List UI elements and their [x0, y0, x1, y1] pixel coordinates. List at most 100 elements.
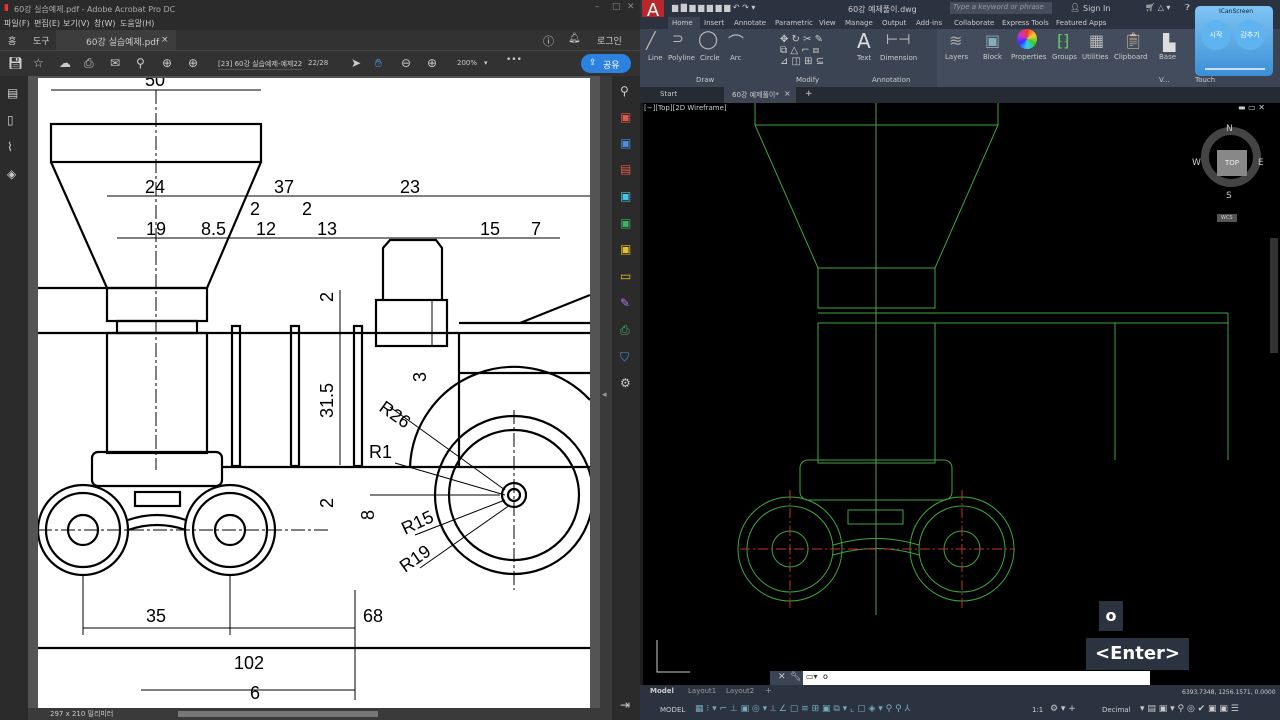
- protect-icon[interactable]: ⛉: [620, 350, 629, 365]
- minimize-button[interactable]: –: [595, 2, 600, 12]
- expand-icon[interactable]: ⇥: [620, 698, 630, 712]
- zoom-search-icon[interactable]: ⚲: [136, 56, 145, 70]
- collapse-right-icon[interactable]: ◂: [602, 390, 607, 400]
- ribbon-tab[interactable]: Parametric: [775, 19, 813, 27]
- workspace-gear-icon[interactable]: ⚙ ▾ +: [1050, 704, 1076, 714]
- volume-slider[interactable]: [1205, 68, 1265, 70]
- tab-layout1[interactable]: Layout1: [688, 687, 716, 695]
- dimension-icon[interactable]: ⊢⊣: [886, 32, 910, 48]
- help-icon[interactable]: ❓︎: [1185, 3, 1190, 13]
- cart-icon[interactable]: 🛒︎ △ ▾: [1145, 3, 1170, 12]
- comment-icon[interactable]: ▣: [620, 136, 631, 150]
- search-icon[interactable]: ⚲: [620, 84, 629, 98]
- base-button[interactable]: Base: [1159, 53, 1176, 61]
- help-icon[interactable]: ⓘ: [543, 33, 554, 49]
- save-icon[interactable]: 💾︎: [8, 56, 23, 70]
- tab-model[interactable]: Model: [650, 687, 674, 695]
- tab-document[interactable]: 60강 실습예제.pdf ×: [56, 30, 176, 50]
- status-right-icons[interactable]: ▾ ▤ ▣ ▾ ⚲ ◎ ✔ ▣ ▣ ☰: [1140, 704, 1239, 714]
- properties-button[interactable]: Properties: [1011, 53, 1046, 61]
- ribbon-tab-home[interactable]: Home: [668, 17, 700, 29]
- zoom-in-icon[interactable]: ⊕: [427, 56, 437, 70]
- ribbon-tab[interactable]: Featured Apps: [1056, 19, 1106, 27]
- arc-icon[interactable]: ⌒: [728, 29, 744, 53]
- icanscreen-widget[interactable]: ICanScreen 시작 감추기: [1195, 6, 1273, 76]
- text-icon[interactable]: A: [857, 29, 871, 53]
- create-pdf-icon[interactable]: ▣: [620, 110, 631, 124]
- menu-view[interactable]: 보기(V): [63, 18, 89, 29]
- utilities-button[interactable]: Utilities: [1082, 53, 1108, 61]
- close-button[interactable]: ✕: [627, 2, 635, 12]
- menu-edit[interactable]: 편집(E): [34, 18, 60, 29]
- ribbon-tab[interactable]: Add-ins: [916, 19, 942, 27]
- panel-draw[interactable]: Draw: [696, 76, 714, 84]
- menu-help[interactable]: 도움말(H): [120, 18, 154, 29]
- ribbon-tab[interactable]: Output: [882, 19, 906, 27]
- zoom-out-icon[interactable]: ⊖: [401, 56, 411, 70]
- print-icon[interactable]: ⎙: [84, 56, 94, 71]
- zoom-select[interactable]: 200%: [457, 59, 477, 67]
- upload-icon[interactable]: ☁: [59, 56, 71, 70]
- clipboard-button[interactable]: Clipboard: [1114, 53, 1147, 61]
- new-tab-icon[interactable]: +: [805, 89, 813, 99]
- annotation-scale[interactable]: 1:1: [1032, 706, 1043, 714]
- close-tab-icon[interactable]: ×: [161, 35, 169, 45]
- line-button[interactable]: Line: [648, 54, 663, 62]
- hide-button[interactable]: 감추기: [1235, 20, 1265, 50]
- polyline-icon[interactable]: ⊃: [672, 31, 684, 47]
- compass-east[interactable]: E: [1258, 158, 1264, 168]
- tab-drawing[interactable]: 60강 예제풀이* ×: [724, 87, 796, 103]
- user-icon[interactable]: 👤︎: [1070, 3, 1080, 12]
- sign-icon[interactable]: ✎: [620, 296, 630, 310]
- star-icon[interactable]: ☆: [33, 56, 44, 70]
- combine-icon[interactable]: ▣: [620, 242, 631, 256]
- comment-bubble-icon[interactable]: ▭: [620, 269, 631, 283]
- groups-button[interactable]: Groups: [1052, 53, 1077, 61]
- bookmark-icon[interactable]: ▯: [7, 113, 14, 127]
- close-command-icon[interactable]: ✕: [778, 672, 786, 682]
- view-cube-top[interactable]: TOP: [1217, 150, 1247, 176]
- compass-north[interactable]: N: [1226, 124, 1233, 134]
- ribbon-tab[interactable]: Annotate: [734, 19, 766, 27]
- page-up-icon[interactable]: ⊕: [162, 56, 172, 70]
- command-input[interactable]: ▭▾ o: [803, 671, 1150, 685]
- text-button[interactable]: Text: [857, 54, 871, 62]
- panel-view[interactable]: V...: [1159, 76, 1170, 84]
- panel-annotation[interactable]: Annotation: [872, 76, 910, 84]
- wcs-menu[interactable]: WCS: [1217, 214, 1237, 222]
- panel-touch[interactable]: Touch: [1195, 76, 1215, 84]
- tab-home[interactable]: 홈: [8, 34, 16, 47]
- panel-modify[interactable]: Modify: [796, 76, 819, 84]
- line-icon[interactable]: ╱: [646, 31, 656, 50]
- circle-button[interactable]: Circle: [700, 54, 720, 62]
- dimension-button[interactable]: Dimension: [880, 54, 917, 62]
- modify-tools-icons[interactable]: ✥ ↻ ✂ ✎ ⧉ △ ⌐ ⧈ ⊿ ◫ ⊞ ⊆: [780, 34, 824, 67]
- tab-tools[interactable]: 도구: [33, 34, 50, 47]
- add-layout-icon[interactable]: +: [765, 686, 772, 695]
- attachment-icon[interactable]: ⌇: [7, 140, 13, 154]
- pages-icon[interactable]: ▤: [7, 86, 18, 100]
- navigation-bar[interactable]: [1270, 238, 1278, 353]
- arc-button[interactable]: Arc: [730, 54, 741, 62]
- menu-window[interactable]: 창(W): [94, 18, 116, 29]
- ribbon-tab[interactable]: Manage: [845, 19, 873, 27]
- block-button[interactable]: Block: [983, 53, 1002, 61]
- page-number[interactable]: 22/28: [308, 59, 328, 67]
- ribbon-tab[interactable]: View: [819, 19, 836, 27]
- horizontal-scrollbar[interactable]: [178, 711, 378, 717]
- units-select[interactable]: Decimal: [1102, 706, 1131, 714]
- chevron-down-icon[interactable]: ▾: [484, 59, 488, 67]
- share-button[interactable]: ⇪ 공유: [581, 54, 631, 73]
- drawing-viewport[interactable]: [−][Top][2D Wireframe] ▬ ▭ ✕ TOP N S E W…: [643, 103, 1280, 685]
- customize-wrench-icon[interactable]: 🔧︎: [790, 672, 801, 682]
- tab-layout2[interactable]: Layout2: [726, 687, 754, 695]
- compass-south[interactable]: S: [1226, 191, 1232, 201]
- page-label[interactable]: [23] 60강 실습예제-예제22: [218, 59, 303, 70]
- more-icon[interactable]: •••: [506, 55, 522, 65]
- quick-access-icons[interactable]: ▆ ▇ ▆ ▆ ▆ ▆ ▆ ↶ ↷ ▾: [672, 3, 755, 12]
- compass-west[interactable]: W: [1192, 158, 1201, 168]
- edit-icon[interactable]: ▣: [620, 216, 631, 230]
- ribbon-tab[interactable]: Collaborate: [954, 19, 994, 27]
- layers-button[interactable]: Layers: [945, 53, 968, 61]
- sign-in-button[interactable]: Sign In: [1083, 4, 1110, 13]
